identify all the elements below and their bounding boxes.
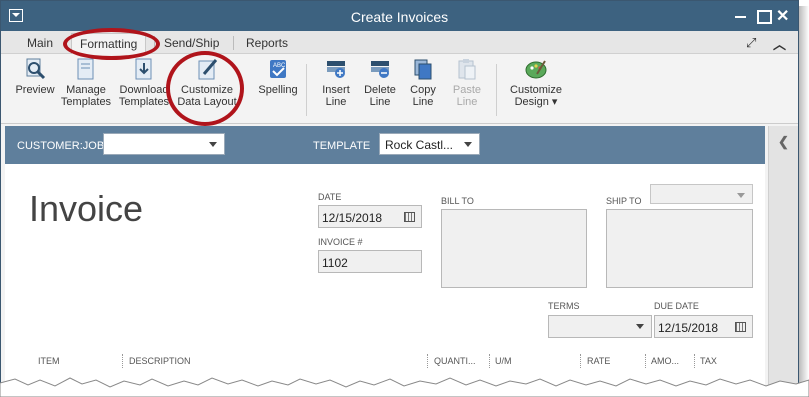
column-header-quantity[interactable]: QUANTI... [434, 356, 476, 366]
spelling-label: Spelling [258, 84, 298, 96]
terms-dropdown[interactable] [548, 315, 652, 338]
ship-to-address[interactable] [606, 209, 753, 288]
terms-label: TERMS [548, 301, 580, 311]
paste-line-label-2: Line [456, 96, 478, 108]
create-invoices-window: Create Invoices ✕ Main Formatting Send/S… [0, 0, 799, 397]
bill-to-address[interactable] [441, 209, 587, 288]
delete-line-label-2: Line [369, 96, 391, 108]
customer-job-label: CUSTOMER:JOB [17, 140, 105, 152]
dropdown-arrow-icon [209, 142, 217, 147]
column-divider [122, 354, 123, 368]
paste-icon [456, 58, 478, 80]
column-header-um[interactable]: U/M [495, 356, 512, 366]
template-value: Rock Castl... [385, 138, 454, 152]
due-date-value: 12/15/2018 [658, 321, 719, 335]
column-divider [489, 354, 490, 368]
collapse-ribbon-icon[interactable]: ︿ [773, 34, 786, 53]
manage-templates-label-2: Templates [60, 96, 112, 108]
palette-icon [525, 58, 547, 80]
window-title: Create Invoices [350, 9, 449, 25]
date-value: 12/15/2018 [322, 211, 383, 225]
invoice-number-value: 1102 [322, 256, 348, 270]
column-header-description[interactable]: DESCRIPTION [129, 356, 191, 366]
download-templates-button[interactable]: Download Templates [116, 58, 172, 108]
formatting-tab-highlight [63, 28, 160, 60]
copy-line-button[interactable]: Copy Line [406, 58, 440, 108]
expand-panel-icon[interactable]: ❮ [778, 134, 789, 150]
column-header-tax[interactable]: TAX [700, 356, 717, 366]
ship-to-dropdown[interactable] [650, 184, 753, 204]
dropdown-arrow-icon [464, 142, 472, 147]
customize-design-label-2: Design ▾ [514, 96, 558, 108]
column-divider [645, 354, 646, 368]
copy-icon [412, 58, 434, 80]
invoice-number-label: INVOICE # [318, 237, 363, 247]
due-date-field[interactable]: 12/15/2018 [654, 315, 753, 338]
delete-line-icon [369, 58, 391, 80]
dropdown-arrow-icon [636, 324, 644, 329]
customer-job-dropdown[interactable] [103, 133, 225, 155]
download-icon [133, 58, 155, 80]
delete-line-button[interactable]: Delete Line [361, 58, 399, 108]
minimize-icon[interactable] [733, 7, 749, 23]
column-divider [427, 354, 428, 368]
customize-layout-highlight [166, 51, 244, 126]
copy-line-label-2: Line [412, 96, 434, 108]
ship-to-label: SHIP TO [606, 196, 642, 206]
customize-design-button[interactable]: Customize Design ▾ [506, 58, 566, 108]
customer-bar: CUSTOMER:JOB TEMPLATE Rock Castl... [5, 126, 765, 164]
insert-line-button[interactable]: Insert Line [317, 58, 355, 108]
dropdown-arrow-icon [737, 193, 745, 198]
formatting-ribbon: Preview Manage Templates Download Templa… [1, 54, 798, 124]
template-dropdown[interactable]: Rock Castl... [379, 133, 480, 155]
manage-templates-button[interactable]: Manage Templates [59, 58, 113, 108]
tab-send-ship[interactable]: Send/Ship [164, 36, 219, 50]
templates-icon [75, 58, 97, 80]
close-icon[interactable]: ✕ [776, 6, 792, 25]
spelling-check-icon: ABC [267, 58, 289, 80]
copy-line-label-1: Copy [410, 84, 436, 96]
title-bar: Create Invoices ✕ [1, 1, 798, 31]
magnifier-icon [24, 58, 46, 80]
manage-templates-label-1: Manage [66, 84, 106, 96]
preview-button[interactable]: Preview [14, 58, 56, 96]
column-header-item[interactable]: ITEM [38, 356, 60, 366]
tab-divider [233, 36, 234, 50]
maximize-icon[interactable] [755, 7, 772, 24]
download-templates-label-2: Templates [118, 96, 170, 108]
insert-line-icon [325, 58, 347, 80]
window-shadow [799, 6, 809, 391]
tab-reports[interactable]: Reports [246, 36, 288, 50]
spelling-button[interactable]: ABC Spelling [256, 58, 300, 96]
invoice-heading: Invoice [29, 188, 144, 229]
date-label: DATE [318, 192, 342, 202]
column-header-amount[interactable]: AMO... [651, 356, 679, 366]
paste-line-label-1: Paste [452, 84, 482, 96]
tab-main[interactable]: Main [27, 36, 53, 50]
column-divider [694, 354, 695, 368]
date-field[interactable]: 12/15/2018 [318, 205, 422, 228]
expand-icon[interactable]: ⤢ [746, 35, 756, 51]
calendar-icon[interactable] [735, 322, 746, 332]
customize-design-label-1: Customize [510, 84, 562, 96]
invoice-form: Invoice DATE 12/15/2018 INVOICE # 1102 B… [5, 164, 765, 396]
bill-to-label: BILL TO [441, 196, 474, 206]
paste-line-button[interactable]: Paste Line [450, 58, 484, 108]
ribbon-divider [496, 64, 497, 116]
torn-edge-decoration [0, 377, 809, 397]
preview-label: Preview [15, 84, 55, 96]
delete-line-label-1: Delete [364, 84, 396, 96]
column-header-rate[interactable]: RATE [587, 356, 610, 366]
ribbon-divider [306, 64, 307, 116]
template-label: TEMPLATE [313, 140, 371, 152]
insert-line-label-1: Insert [322, 84, 350, 96]
due-date-label: DUE DATE [654, 301, 699, 311]
download-templates-label-1: Download [119, 84, 169, 96]
history-side-panel: ❮ [768, 126, 798, 396]
invoice-number-field[interactable]: 1102 [318, 250, 422, 273]
column-divider [580, 354, 581, 368]
calendar-icon[interactable] [404, 212, 415, 222]
insert-line-label-2: Line [325, 96, 347, 108]
